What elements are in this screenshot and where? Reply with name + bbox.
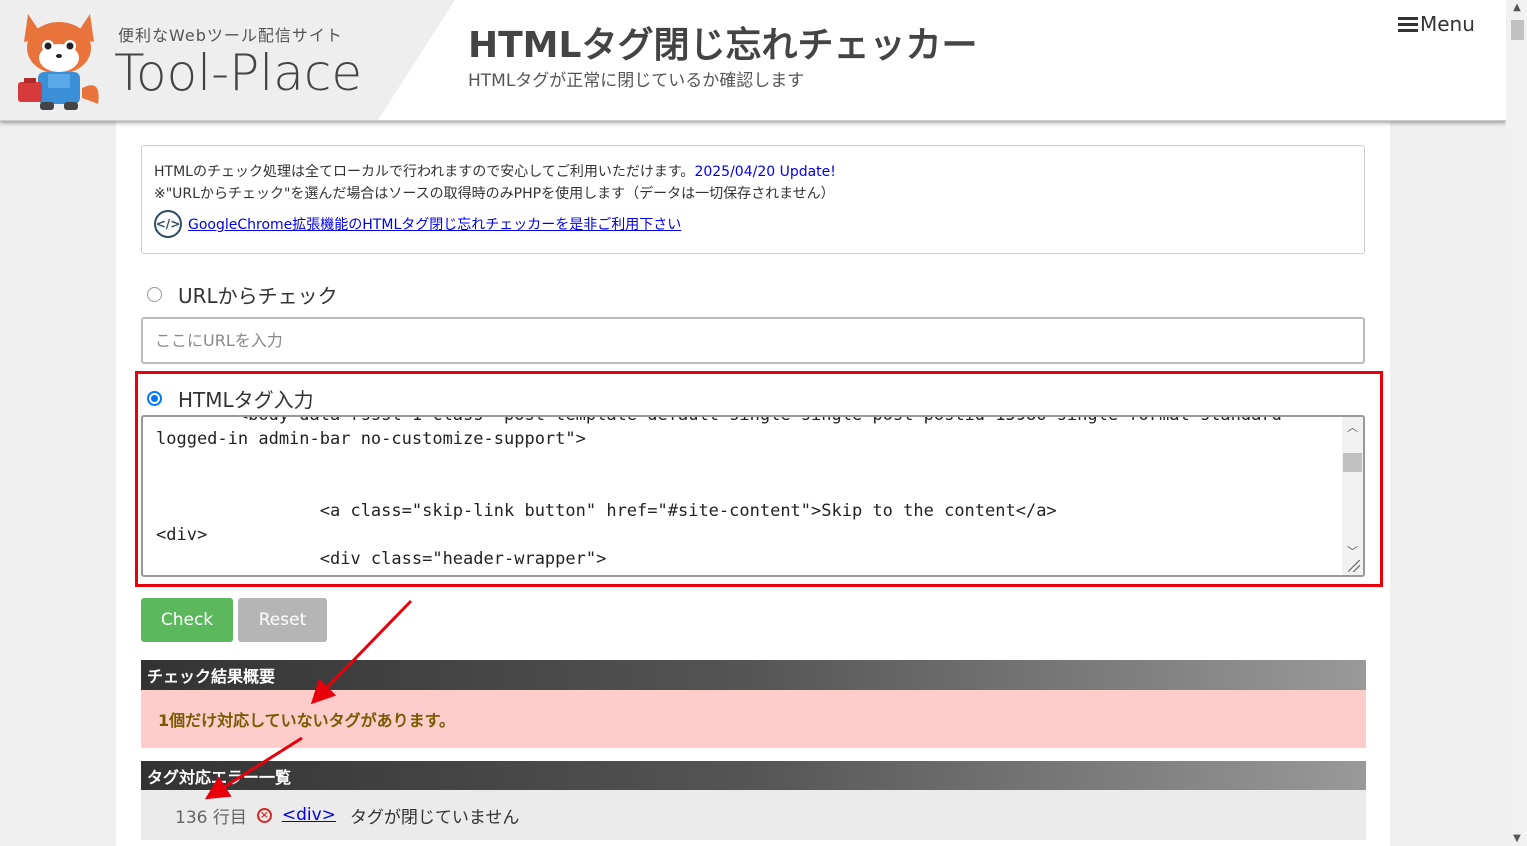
reset-button[interactable]: Reset	[238, 598, 327, 642]
error-row: 136 行目 × <div> タグが閉じていません	[141, 790, 1366, 840]
html-radio[interactable]	[147, 391, 162, 406]
html-code-textarea[interactable]: <body data-rsssl=1 class="post-template-…	[141, 415, 1365, 577]
code-line[interactable]: logged-in admin-bar no-customize-support…	[156, 427, 1282, 451]
main-content: HTMLのチェック処理は全てローカルで行われますので安心してご利用いただけます。…	[116, 120, 1390, 846]
hamburger-icon	[1398, 16, 1418, 32]
textarea-scrollbar[interactable]: ︿ ﹀	[1342, 417, 1363, 575]
textarea-scroll-down-icon[interactable]: ﹀	[1342, 543, 1363, 559]
scroll-up-icon[interactable]: ▲	[1511, 2, 1523, 13]
page-scrollbar[interactable]: ▲ ▼	[1506, 0, 1527, 846]
menu-label: Menu	[1420, 12, 1475, 36]
fox-mascot-logo[interactable]	[14, 8, 104, 112]
page-title: HTMLタグ閉じ忘れチェッカー	[468, 25, 978, 66]
url-option-label[interactable]: URLからチェック	[178, 280, 338, 309]
html-option[interactable]: HTMLタグ入力	[147, 384, 314, 413]
url-radio[interactable]	[147, 287, 162, 302]
menu-button[interactable]: Menu	[1398, 12, 1475, 36]
scrollbar-thumb[interactable]	[1511, 20, 1524, 40]
update-date: 2025/04/20 Update!	[694, 164, 836, 180]
textarea-scrollbar-thumb[interactable]	[1343, 453, 1362, 472]
error-message: タグが閉じていません	[349, 807, 520, 828]
summary-message: 1個だけ対応していないタグがあります。	[141, 690, 1366, 748]
check-button[interactable]: Check	[141, 598, 233, 642]
scroll-down-icon[interactable]: ▼	[1511, 833, 1523, 844]
site-header: 便利なWebツール配信サイト Tool-Place HTMLタグ閉じ忘れチェッカ…	[0, 0, 1506, 121]
site-name[interactable]: Tool-Place	[114, 44, 362, 102]
code-line[interactable]: <div class="header-wrapper">	[156, 547, 1282, 571]
errors-heading: タグ対応エラー一覧	[141, 761, 1366, 791]
page-subtitle: HTMLタグが正常に閉じているか確認します	[468, 71, 805, 91]
info-notice: HTMLのチェック処理は全てローカルで行われますので安心してご利用いただけます。…	[141, 145, 1365, 254]
notice-line-php: ※"URLからチェック"を選んだ場合はソースの取得時のみPHPを使用します（デー…	[154, 186, 835, 202]
html-option-label[interactable]: HTMLタグ入力	[178, 384, 314, 413]
url-option[interactable]: URLからチェック	[147, 280, 338, 309]
summary-heading: チェック結果概要	[141, 660, 1366, 690]
chrome-extension-link[interactable]: GoogleChrome拡張機能のHTMLタグ閉じ忘れチェッカーを是非ご利用下さ…	[188, 214, 681, 234]
error-tag-link[interactable]: <div>	[282, 805, 336, 825]
code-icon: </>	[154, 210, 182, 238]
site-tagline: 便利なWebツール配信サイト	[118, 26, 343, 45]
error-icon: ×	[256, 807, 272, 823]
extension-promo: </> GoogleChrome拡張機能のHTMLタグ閉じ忘れチェッカーを是非ご…	[154, 210, 681, 238]
code-line[interactable]: <body data-rsssl=1 class="post-template-…	[156, 417, 1282, 427]
code-content[interactable]: <body data-rsssl=1 class="post-template-…	[156, 417, 1282, 571]
resize-handle-icon[interactable]	[1348, 560, 1360, 572]
textarea-scroll-up-icon[interactable]: ︿	[1342, 419, 1363, 435]
code-line[interactable]: <div>	[156, 523, 1282, 547]
notice-line-local: HTMLのチェック処理は全てローカルで行われますので安心してご利用いただけます。…	[154, 161, 836, 181]
notice-text: HTMLのチェック処理は全てローカルで行われますので安心してご利用いただけます。	[154, 164, 695, 180]
code-line[interactable]: <a class="skip-link button" href="#site-…	[156, 499, 1282, 523]
error-line-number: 136 行目	[175, 807, 247, 828]
code-line[interactable]	[156, 475, 1282, 499]
code-line[interactable]	[156, 451, 1282, 475]
url-input[interactable]	[141, 317, 1365, 364]
